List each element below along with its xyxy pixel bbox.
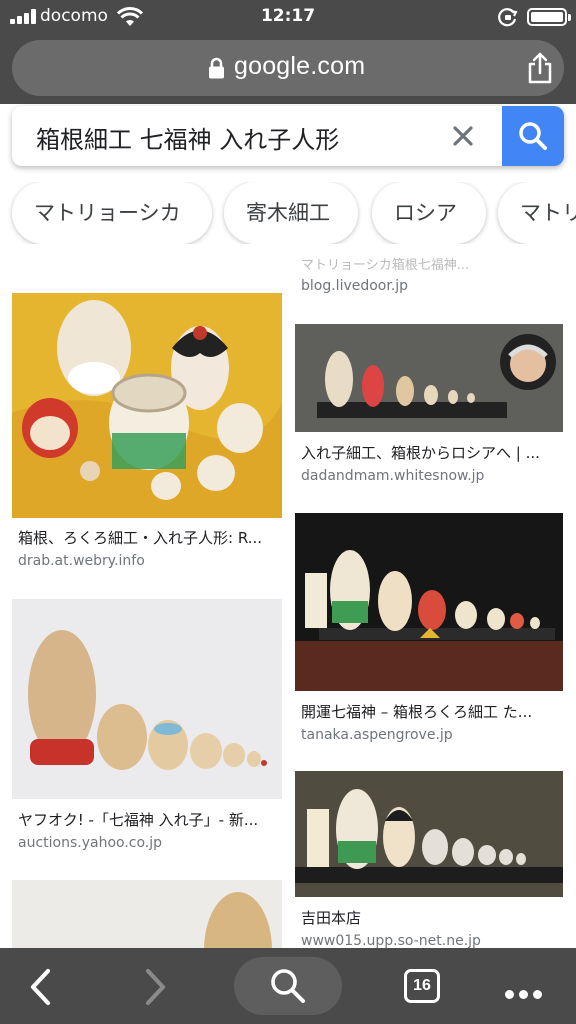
result-source: drab.at.webry.info (18, 553, 145, 569)
chip-matryoshka[interactable]: マトリョーシカ (12, 182, 212, 244)
chip-yosegi-zaiku[interactable]: 寄木細工 (224, 182, 358, 244)
tab-switcher-button[interactable]: 16 (404, 969, 440, 1003)
result-source: tanaka.aspengrove.jp (301, 727, 453, 743)
search-box[interactable]: 箱根細工 七福神 入れ子人形 (12, 106, 564, 166)
result-title: ヤフオク! -「七福神 入れ子」- 新... (18, 811, 259, 829)
dolls-on-dark-shelf-image (295, 513, 563, 691)
url-text: google.com (234, 52, 366, 80)
search-button[interactable] (502, 106, 564, 166)
result-source: blog.livedoor.jp (301, 278, 409, 294)
faded-result-title: マトリョーシカ箱根七福神... (301, 258, 470, 272)
result-title: 開運七福神 – 箱根ろくろ細工 た... (301, 703, 533, 721)
lock-icon (209, 57, 224, 79)
result-thumbnail[interactable] (295, 324, 563, 432)
result-source: dadandmam.whitesnow.jp (301, 468, 485, 484)
image-results-grid: マトリョーシカ箱根七福神... blog.livedoor.jp 箱根、ろくろ細… (0, 254, 576, 948)
more-menu-icon[interactable] (505, 984, 547, 1003)
chip-russia[interactable]: ロシア (372, 182, 486, 244)
forward-icon[interactable] (142, 968, 168, 1006)
result-card[interactable]: ヤフオク! -「七福神 入れ子」- 新... auctions.yahoo.co… (12, 599, 282, 859)
dolls-with-portrait-image (295, 324, 563, 432)
result-thumbnail[interactable] (295, 771, 563, 897)
browser-chrome: docomo 12:17 google.com (0, 0, 576, 104)
search-icon (519, 122, 547, 150)
result-source: auctions.yahoo.co.jp (18, 835, 163, 851)
dolls-on-yellow-cloth-image (12, 293, 282, 518)
result-thumbnail[interactable] (12, 293, 282, 518)
result-title: 箱根、ろくろ細工・入れ子人形: R... (18, 529, 263, 547)
wooden-nesting-dolls-image (12, 599, 282, 799)
clear-search-icon[interactable] (449, 122, 477, 150)
doll-image-partial (12, 880, 282, 948)
status-time: 12:17 (260, 6, 316, 26)
result-card[interactable]: 箱根、ろくろ細工・入れ子人形: R... drab.at.webry.info (12, 293, 282, 583)
address-bar[interactable]: google.com (12, 40, 564, 96)
result-source: www015.upp.so-net.ne.jp (301, 933, 481, 948)
toolbar-search-button[interactable] (234, 957, 342, 1015)
result-card[interactable]: 開運七福神 – 箱根ろくろ細工 た... tanaka.aspengrove.j… (295, 513, 563, 747)
battery-icon (527, 8, 571, 26)
browser-toolbar: 16 (0, 948, 576, 1024)
result-thumbnail[interactable] (12, 880, 282, 948)
result-title: 吉田本店 (301, 909, 362, 927)
orientation-lock-icon (498, 8, 518, 27)
related-search-chips: マトリョーシカ 寄木細工 ロシア マトリ (0, 182, 576, 244)
search-query-text[interactable]: 箱根細工 七福神 入れ子人形 (36, 120, 339, 155)
status-bar: docomo 12:17 (0, 0, 576, 34)
result-card[interactable]: 入れ子細工、箱根からロシアへ | ... dadandmam.whitesnow… (295, 324, 563, 494)
result-card[interactable]: 吉田本店 www015.upp.so-net.ne.jp (295, 771, 563, 948)
result-thumbnail[interactable] (12, 599, 282, 799)
back-icon[interactable] (28, 968, 54, 1006)
dolls-on-black-stand-image (295, 771, 563, 897)
search-icon (271, 969, 305, 1003)
result-card[interactable] (12, 880, 282, 948)
chip-matryoshka-partial[interactable]: マトリ (498, 182, 576, 244)
result-card-partial[interactable]: blog.livedoor.jp (295, 278, 563, 298)
share-icon[interactable] (526, 52, 554, 84)
result-thumbnail[interactable] (295, 513, 563, 691)
result-title: 入れ子細工、箱根からロシアへ | ... (301, 444, 540, 462)
